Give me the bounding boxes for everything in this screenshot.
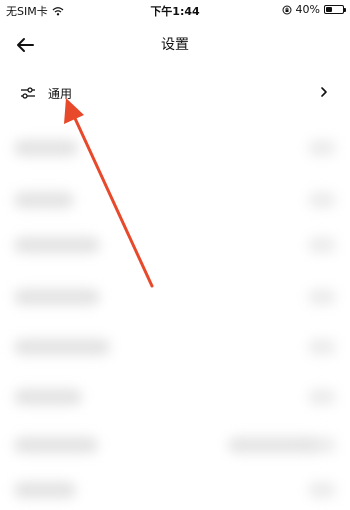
settings-item-blurred[interactable]	[0, 128, 350, 168]
blurred-chevron	[308, 339, 336, 355]
nav-header: 设置	[0, 26, 350, 62]
blurred-label	[14, 289, 100, 305]
status-bar: 无SIM卡 下午1:44 40%	[0, 0, 350, 18]
blurred-chevron	[308, 192, 336, 208]
blurred-chevron	[308, 482, 336, 498]
sliders-icon	[21, 87, 35, 99]
blurred-label	[14, 437, 98, 453]
status-right: 40%	[282, 3, 346, 16]
settings-item-blurred[interactable]	[0, 377, 350, 417]
chevron-right-icon	[321, 87, 327, 97]
settings-item-blurred[interactable]	[0, 327, 350, 367]
battery-icon	[324, 5, 346, 14]
blurred-chevron	[308, 237, 336, 253]
settings-item-blurred[interactable]	[0, 277, 350, 317]
rotation-lock-icon	[282, 5, 292, 14]
blurred-label	[14, 339, 110, 355]
blurred-label	[14, 237, 100, 253]
blurred-chevron	[308, 289, 336, 305]
page-title: 设置	[161, 37, 189, 53]
blurred-label	[14, 482, 76, 498]
settings-item-general[interactable]: 通用	[0, 78, 350, 108]
settings-item-blurred[interactable]	[0, 225, 350, 265]
blurred-chevron	[308, 140, 336, 156]
blurred-label	[14, 140, 78, 156]
battery-fill	[326, 7, 333, 12]
battery-percent: 40%	[295, 3, 320, 16]
blurred-label	[14, 389, 82, 405]
settings-item-general-label: 通用	[48, 87, 73, 101]
blurred-chevron	[308, 437, 336, 453]
settings-item-blurred[interactable]	[0, 470, 350, 510]
settings-item-blurred[interactable]	[0, 425, 350, 465]
blurred-label	[14, 192, 74, 208]
settings-item-blurred[interactable]	[0, 180, 350, 220]
blurred-value	[228, 437, 316, 453]
blurred-chevron	[308, 389, 336, 405]
